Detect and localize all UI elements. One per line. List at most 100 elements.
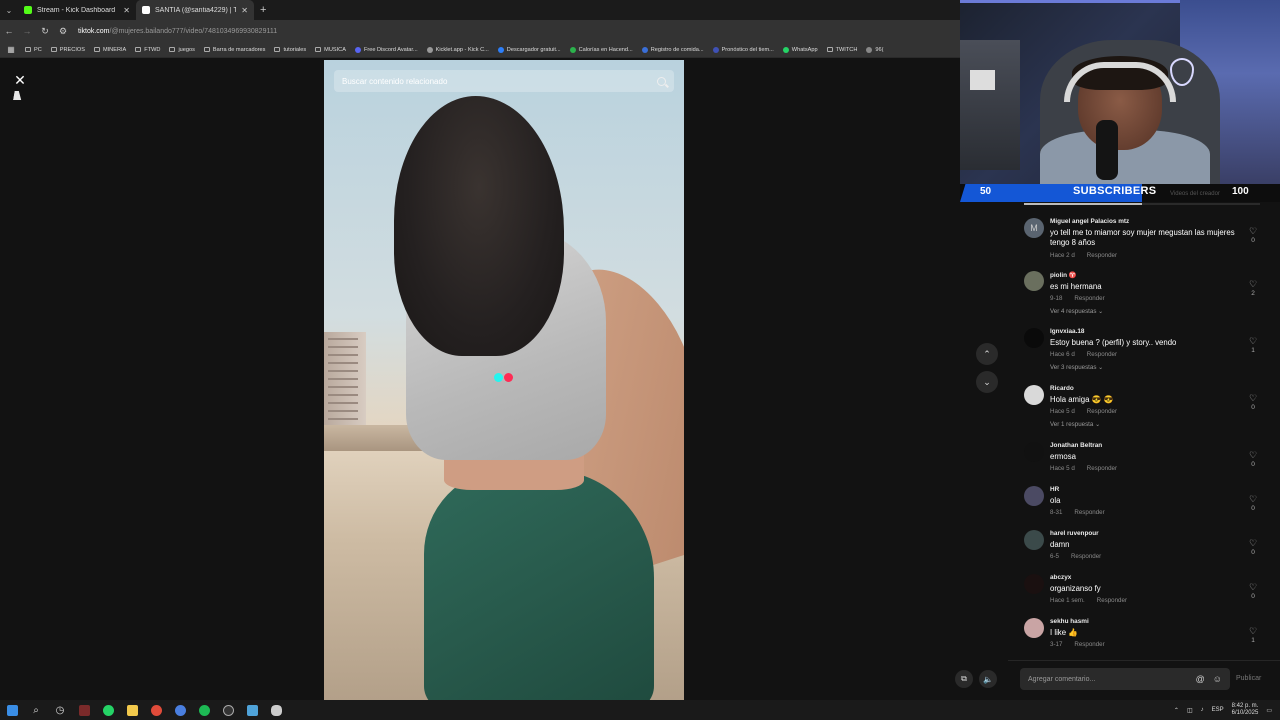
clock-app-icon[interactable]: ◷ <box>48 700 72 720</box>
apps-grid-icon[interactable]: ▦ <box>6 45 16 54</box>
mention-icon[interactable]: @ <box>1196 674 1205 684</box>
avatar[interactable] <box>1024 271 1044 291</box>
close-tab-icon[interactable]: ✕ <box>241 6 248 15</box>
bookmark-folder[interactable]: FTWD <box>135 47 160 53</box>
bookmark-link[interactable]: Free Discord Avatar... <box>354 46 418 53</box>
chrome-icon[interactable] <box>144 700 168 720</box>
bookmark-link[interactable]: Descargador gratuit... <box>497 46 561 53</box>
bookmark-link[interactable]: Kicklet.app - Kick C... <box>426 46 489 53</box>
avatar[interactable]: M <box>1024 218 1044 238</box>
comment-username[interactable]: harel ruvenpour <box>1050 530 1236 537</box>
like-button[interactable]: ♡ 2 <box>1248 279 1258 298</box>
like-button[interactable]: ♡ 0 <box>1248 582 1258 601</box>
avatar[interactable] <box>1024 328 1044 348</box>
new-tab-button[interactable]: + <box>254 4 272 16</box>
reply-button[interactable]: Responder <box>1097 597 1127 604</box>
reply-button[interactable]: Responder <box>1087 252 1117 259</box>
bookmark-link[interactable]: Pronóstico del tiem... <box>712 46 774 53</box>
like-button[interactable]: ♡ 0 <box>1248 494 1258 513</box>
search-icon[interactable]: ⌕ <box>24 700 48 720</box>
avatar[interactable] <box>1024 530 1044 550</box>
comment-username[interactable]: Jonathan Beltran <box>1050 442 1236 449</box>
reload-icon[interactable]: ↻ <box>36 26 54 37</box>
reply-button[interactable]: Responder <box>1087 465 1117 472</box>
reply-button[interactable]: Responder <box>1074 509 1104 516</box>
bookmark-folder[interactable]: PC <box>25 47 42 53</box>
view-replies-button[interactable]: Ver 3 respuestas ⌄ <box>1050 364 1236 371</box>
comment-username[interactable]: abczyx <box>1050 574 1236 581</box>
notifications-icon[interactable]: ▭ <box>1266 707 1272 714</box>
reply-button[interactable]: Responder <box>1074 295 1104 302</box>
chrome-profile-icon[interactable] <box>168 700 192 720</box>
avatar[interactable] <box>1024 574 1044 594</box>
comment-username[interactable]: piolin ♈ <box>1050 271 1236 279</box>
forward-icon[interactable]: → <box>18 26 36 36</box>
tab-kick-dashboard[interactable]: Stream - Kick Dashboard ✕ <box>18 0 136 20</box>
site-info-icon[interactable]: ⚙ <box>54 26 72 37</box>
comment-username[interactable]: Ricardo <box>1050 385 1236 392</box>
bookmark-folder[interactable]: tutoriales <box>274 47 306 53</box>
bookmark-link[interactable]: 96( <box>866 46 883 53</box>
like-button[interactable]: ♡ 0 <box>1248 538 1258 557</box>
avatar[interactable] <box>1024 618 1044 638</box>
bookmark-link[interactable]: Registro de comida... <box>641 46 704 53</box>
comment-username[interactable]: sekhu hasmi <box>1050 618 1236 625</box>
previous-video-button[interactable]: ⌃ <box>976 343 998 365</box>
reply-button[interactable]: Responder <box>1087 351 1117 358</box>
close-tab-icon[interactable]: ✕ <box>123 6 130 15</box>
app-window-icon[interactable] <box>240 700 264 720</box>
like-button[interactable]: ♡ 0 <box>1248 450 1258 469</box>
reply-button[interactable]: Responder <box>1071 553 1101 560</box>
heart-icon: ♡ <box>1248 450 1258 460</box>
close-video-button[interactable]: ✕ <box>10 70 30 90</box>
language-indicator[interactable]: ESP <box>1212 707 1224 713</box>
bookmark-link[interactable]: Calorías en Hacend... <box>569 46 633 53</box>
creator-videos-tab[interactable]: Videos del creador <box>1170 191 1220 197</box>
spotify-icon[interactable] <box>192 700 216 720</box>
volume-icon[interactable]: 🔈 <box>979 670 997 688</box>
windows-start-icon[interactable] <box>0 700 24 720</box>
bookmark-folder[interactable]: MINERIA <box>93 47 126 53</box>
publish-button[interactable]: Publicar <box>1236 675 1261 682</box>
avatar[interactable] <box>1024 442 1044 462</box>
bookmark-link[interactable]: WhatsApp <box>782 46 818 53</box>
app-icon[interactable] <box>72 700 96 720</box>
file-explorer-icon[interactable] <box>120 700 144 720</box>
bookmark-folder[interactable]: juegos <box>169 47 195 53</box>
bookmark-folder[interactable]: Barra de marcadores <box>203 47 265 53</box>
picture-in-picture-icon[interactable]: ⧉ <box>955 670 973 688</box>
view-replies-button[interactable]: Ver 4 respuestas ⌄ <box>1050 308 1236 315</box>
comment-input[interactable]: Agregar comentario... @ ☺ <box>1020 668 1230 690</box>
emoji-icon[interactable]: ☺ <box>1213 674 1222 684</box>
bookmark-folder[interactable]: PRECIOS <box>50 47 85 53</box>
comment-username[interactable]: lgnvxiaa.18 <box>1050 328 1236 335</box>
search-icon[interactable] <box>657 76 666 86</box>
reply-button[interactable]: Responder <box>1074 641 1104 648</box>
mouse-app-icon[interactable] <box>264 700 288 720</box>
avatar[interactable] <box>1024 385 1044 405</box>
like-button[interactable]: ♡ 1 <box>1248 626 1258 645</box>
view-replies-button[interactable]: Ver 1 respuesta ⌄ <box>1050 421 1236 428</box>
obs-icon[interactable] <box>216 700 240 720</box>
like-button[interactable]: ♡ 1 <box>1248 336 1258 355</box>
system-clock[interactable]: 8:42 p. m. 6/10/2025 <box>1232 703 1259 717</box>
reply-button[interactable]: Responder <box>1087 408 1117 415</box>
url-field[interactable]: tiktok.com/@mujeres.bailando777/video/74… <box>78 28 277 35</box>
bookmark-folder[interactable]: TWITCH <box>826 47 857 53</box>
comment-username[interactable]: HR <box>1050 486 1236 493</box>
tab-tiktok[interactable]: SANTIA (@santia4229) | TikTok ✕ <box>136 0 254 20</box>
next-video-button[interactable]: ⌄ <box>976 371 998 393</box>
whatsapp-icon[interactable] <box>96 700 120 720</box>
bookmark-folder[interactable]: MUSICA <box>315 47 346 53</box>
chevron-up-icon[interactable]: ⌃ <box>1174 707 1179 714</box>
volume-icon[interactable]: ♪ <box>1201 707 1204 713</box>
network-icon[interactable]: ◫ <box>1187 707 1193 714</box>
video-player[interactable]: Buscar contenido relacionado <box>324 60 684 700</box>
like-button[interactable]: ♡ 0 <box>1248 393 1258 412</box>
like-button[interactable]: ♡ 0 <box>1248 226 1258 245</box>
tab-search-icon[interactable]: ⌄ <box>0 0 18 20</box>
avatar[interactable] <box>1024 486 1044 506</box>
back-icon[interactable]: ← <box>0 26 18 36</box>
comment-username[interactable]: Miguel angel Palacios mtz <box>1050 218 1236 225</box>
related-search-input[interactable]: Buscar contenido relacionado <box>334 70 674 92</box>
